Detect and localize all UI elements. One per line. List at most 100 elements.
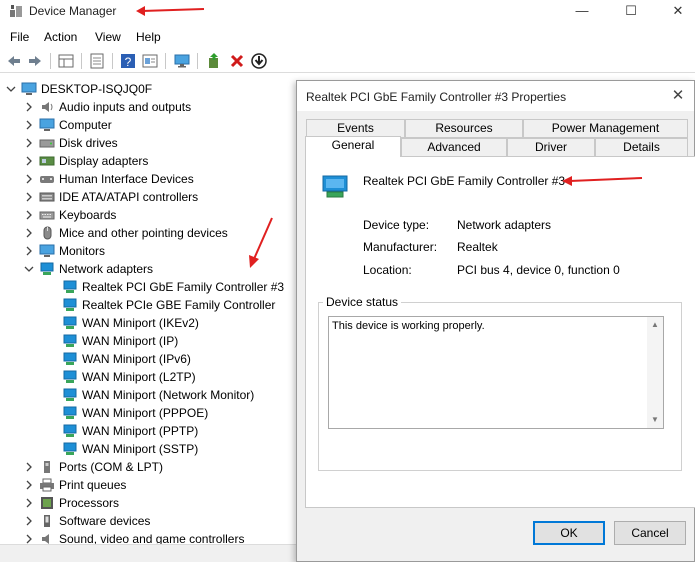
properties-grid-icon[interactable]: [57, 52, 75, 70]
show-hidden-icon[interactable]: [88, 52, 106, 70]
back-icon[interactable]: [5, 52, 23, 70]
tree-item-display-adapters[interactable]: Display adapters: [23, 152, 148, 170]
tree-item-network-adapters[interactable]: Network adapters: [23, 260, 153, 278]
menu-file[interactable]: File: [10, 30, 29, 44]
chevron-right-icon[interactable]: [23, 460, 35, 474]
device-status-label: Device status: [323, 295, 402, 309]
network-adapter-label: WAN Miniport (IPv6): [82, 352, 191, 366]
chevron-down-icon[interactable]: [23, 262, 35, 276]
network-adapter-item[interactable]: WAN Miniport (PPPOE): [62, 404, 208, 422]
network-adapter-item[interactable]: WAN Miniport (IKEv2): [62, 314, 199, 332]
maximize-button[interactable]: ☐: [616, 2, 646, 20]
tree-item-print-queues[interactable]: Print queues: [23, 476, 126, 494]
status-scrollbar[interactable]: ▲ ▼: [647, 317, 663, 428]
chevron-right-icon[interactable]: [23, 496, 35, 510]
network-adapter-label: Realtek PCI GbE Family Controller #3: [82, 280, 285, 294]
network-icon: [63, 334, 77, 347]
menu-help[interactable]: Help: [136, 30, 161, 44]
tree-item-label: Sound, video and game controllers: [59, 532, 245, 544]
tree-item-label: Print queues: [59, 478, 127, 492]
ide-icon: [39, 192, 55, 202]
manufacturer-label: Manufacturer:: [363, 240, 438, 254]
chevron-right-icon[interactable]: [23, 532, 35, 544]
tree-item-label: Human Interface Devices: [59, 172, 194, 186]
tree-item-label: Network adapters: [59, 262, 154, 276]
chevron-right-icon[interactable]: [23, 172, 35, 186]
network-icon: [63, 388, 77, 401]
tree-item-ports[interactable]: Ports (COM & LPT): [23, 458, 163, 476]
chevron-down-icon[interactable]: [5, 82, 17, 96]
chevron-right-icon[interactable]: [23, 514, 35, 528]
network-adapter-item[interactable]: WAN Miniport (PPTP): [62, 422, 198, 440]
computer-icon: [21, 82, 37, 95]
chevron-right-icon[interactable]: [23, 208, 35, 222]
location-label: Location:: [363, 263, 412, 277]
sound-icon: [42, 534, 49, 544]
port-icon: [44, 461, 50, 473]
scroll-up-icon[interactable]: ▲: [650, 320, 660, 330]
cancel-button[interactable]: Cancel: [614, 521, 686, 545]
tab-details[interactable]: Details: [595, 138, 688, 157]
monitor-icon: [39, 244, 55, 257]
menu-action[interactable]: Action: [44, 30, 77, 44]
tree-item-processors[interactable]: Processors: [23, 494, 119, 512]
chevron-right-icon[interactable]: [23, 136, 35, 150]
tree-item-audio[interactable]: Audio inputs and outputs: [23, 98, 191, 116]
network-adapter-item[interactable]: WAN Miniport (SSTP): [62, 440, 198, 458]
network-icon: [63, 442, 77, 455]
network-adapter-item[interactable]: WAN Miniport (Network Monitor): [62, 386, 254, 404]
network-adapter-item[interactable]: WAN Miniport (IP): [62, 332, 178, 350]
help-icon[interactable]: ?: [119, 52, 137, 70]
tab-power-management[interactable]: Power Management: [523, 119, 688, 138]
forward-icon[interactable]: [26, 52, 44, 70]
chevron-right-icon[interactable]: [23, 226, 35, 240]
uninstall-icon[interactable]: [228, 52, 246, 70]
tab-driver[interactable]: Driver: [507, 138, 595, 157]
ok-button[interactable]: OK: [533, 521, 605, 545]
chevron-right-icon[interactable]: [23, 100, 35, 114]
tree-root[interactable]: DESKTOP-ISQJQ0F: [5, 80, 152, 98]
device-status-textbox[interactable]: This device is working properly. ▲ ▼: [328, 316, 664, 429]
network-adapter-item[interactable]: Realtek PCIe GBE Family Controller: [62, 296, 275, 314]
close-button[interactable]: ✕: [663, 2, 693, 20]
tab-general[interactable]: General: [305, 136, 401, 157]
tree-item-software-devices[interactable]: Software devices: [23, 512, 150, 530]
network-icon: [63, 406, 77, 419]
chevron-right-icon[interactable]: [23, 244, 35, 258]
tree-item-label: Display adapters: [59, 154, 149, 168]
chevron-right-icon[interactable]: [23, 478, 35, 492]
tree-item-mice[interactable]: Mice and other pointing devices: [23, 224, 228, 242]
network-icon: [63, 316, 77, 329]
menu-view[interactable]: View: [95, 30, 121, 44]
tree-item-monitors[interactable]: Monitors: [23, 242, 105, 260]
network-icon: [63, 298, 77, 311]
chevron-right-icon[interactable]: [23, 190, 35, 204]
tree-item-computer[interactable]: Computer: [23, 116, 112, 134]
monitor-icon[interactable]: [173, 52, 191, 70]
tree-item-ide[interactable]: IDE ATA/ATAPI controllers: [23, 188, 198, 206]
scroll-down-icon[interactable]: ▼: [650, 415, 660, 425]
chevron-right-icon[interactable]: [23, 154, 35, 168]
view-icon[interactable]: [141, 52, 159, 70]
processor-icon: [41, 497, 53, 509]
tab-advanced[interactable]: Advanced: [401, 138, 507, 157]
network-adapter-item[interactable]: WAN Miniport (L2TP): [62, 368, 196, 386]
download-icon[interactable]: [250, 52, 268, 70]
tree-item-hid[interactable]: Human Interface Devices: [23, 170, 194, 188]
tab-resources[interactable]: Resources: [405, 119, 523, 138]
update-driver-icon[interactable]: [205, 52, 223, 70]
tree-item-label: IDE ATA/ATAPI controllers: [59, 190, 199, 204]
network-adapter-item[interactable]: Realtek PCI GbE Family Controller #3: [62, 278, 284, 296]
tree-item-keyboards[interactable]: Keyboards: [23, 206, 116, 224]
toolbar-separator: [165, 53, 166, 69]
minimize-button[interactable]: —: [567, 2, 597, 20]
network-adapter-label: WAN Miniport (SSTP): [82, 442, 199, 456]
network-adapter-item[interactable]: WAN Miniport (IPv6): [62, 350, 191, 368]
chevron-right-icon[interactable]: [23, 118, 35, 132]
toolbar-separator: [197, 53, 198, 69]
tree-item-disk-drives[interactable]: Disk drives: [23, 134, 118, 152]
title-bar: Device Manager — ☐ ✕: [0, 0, 695, 24]
dialog-close-button[interactable]: ✕: [668, 87, 688, 105]
tree-item-sound-video[interactable]: Sound, video and game controllers: [23, 530, 244, 544]
network-icon: [63, 280, 77, 293]
